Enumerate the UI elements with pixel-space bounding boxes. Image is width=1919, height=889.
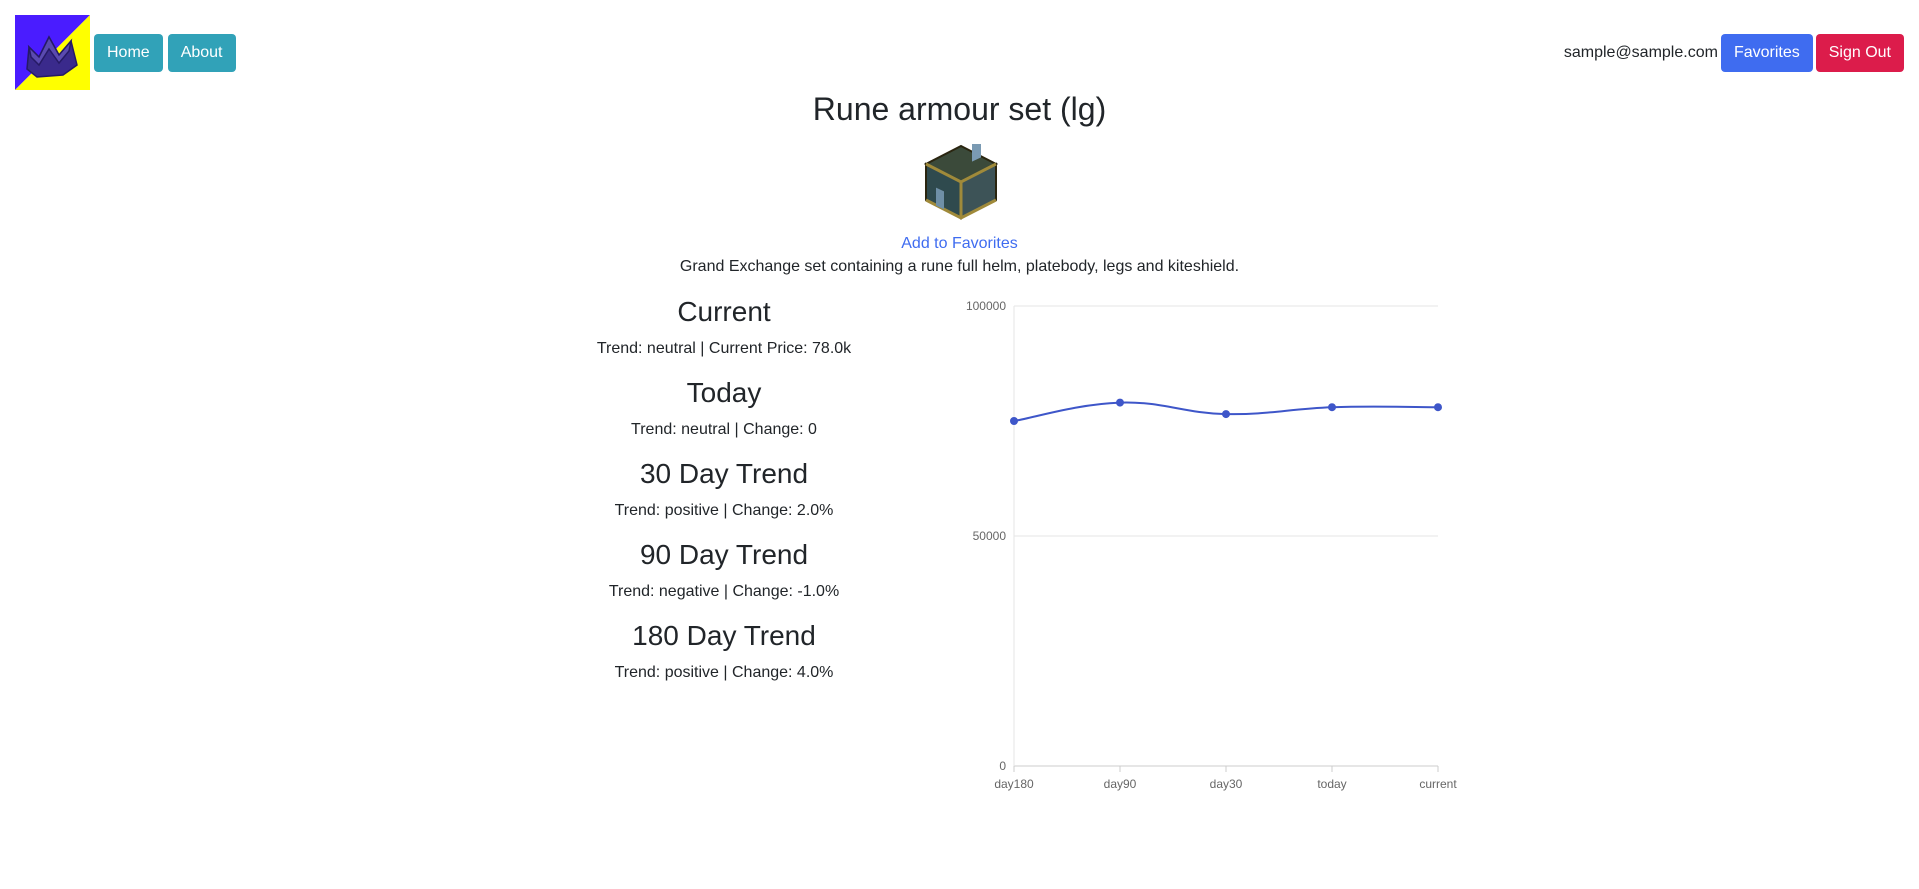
stat-heading: Current bbox=[677, 296, 771, 327]
x-tick-label: day90 bbox=[1104, 777, 1137, 791]
crown-logo-icon[interactable] bbox=[15, 15, 90, 90]
nav-right: sample@sample.com Favorites Sign Out bbox=[1564, 34, 1904, 72]
stat-90-day: 90 Day Trend Trend: negative | Change: -… bbox=[524, 533, 924, 614]
stat-text: Trend: positive | Change: 2.0% bbox=[614, 502, 834, 519]
favorites-button[interactable]: Favorites bbox=[1720, 34, 1813, 72]
stat-text: Trend: negative | Change: -1.0% bbox=[608, 583, 840, 600]
data-point bbox=[1328, 403, 1336, 412]
armour-set-box-icon bbox=[924, 144, 998, 220]
data-point bbox=[1222, 410, 1230, 419]
page-title: Rune armour set (lg) bbox=[812, 91, 1107, 127]
stat-text: Trend: positive | Change: 4.0% bbox=[614, 664, 834, 681]
x-tick-label: day30 bbox=[1210, 777, 1243, 791]
y-tick-label: 0 bbox=[999, 759, 1006, 773]
y-tick-label: 100000 bbox=[966, 299, 1006, 313]
stat-current: Current Trend: neutral | Current Price: … bbox=[524, 290, 924, 371]
y-tick-label: 50000 bbox=[973, 529, 1007, 543]
stat-heading: 90 Day Trend bbox=[639, 539, 809, 570]
x-tick-label: today bbox=[1317, 777, 1346, 791]
nav-left: Home About bbox=[94, 34, 236, 72]
stat-30-day: 30 Day Trend Trend: positive | Change: 2… bbox=[524, 452, 924, 533]
data-point bbox=[1434, 403, 1442, 412]
stat-180-day: 180 Day Trend Trend: positive | Change: … bbox=[524, 614, 924, 695]
stat-text: Trend: neutral | Current Price: 78.0k bbox=[596, 340, 852, 357]
stat-heading: Today bbox=[686, 377, 762, 408]
data-point bbox=[1010, 417, 1018, 425]
x-tick-label: day180 bbox=[994, 777, 1034, 791]
item-description: Grand Exchange set containing a rune ful… bbox=[679, 258, 1240, 275]
add-to-favorites-link[interactable]: Add to Favorites bbox=[0, 233, 1919, 255]
stat-heading: 30 Day Trend bbox=[639, 458, 809, 489]
user-email: sample@sample.com bbox=[1563, 44, 1718, 61]
home-button[interactable]: Home bbox=[94, 34, 163, 72]
x-tick-label: current bbox=[1419, 777, 1457, 791]
about-button[interactable]: About bbox=[167, 34, 236, 72]
price-line-chart: 0 50000 100000 day180 day90 day30 today current bbox=[966, 299, 1457, 791]
trend-stats: Current Trend: neutral | Current Price: … bbox=[524, 290, 924, 695]
stat-today: Today Trend: neutral | Change: 0 bbox=[524, 371, 924, 452]
stat-text: Trend: neutral | Change: 0 bbox=[631, 421, 817, 438]
sign-out-button[interactable]: Sign Out bbox=[1815, 34, 1904, 72]
stat-heading: 180 Day Trend bbox=[632, 620, 816, 651]
data-point bbox=[1116, 398, 1124, 407]
